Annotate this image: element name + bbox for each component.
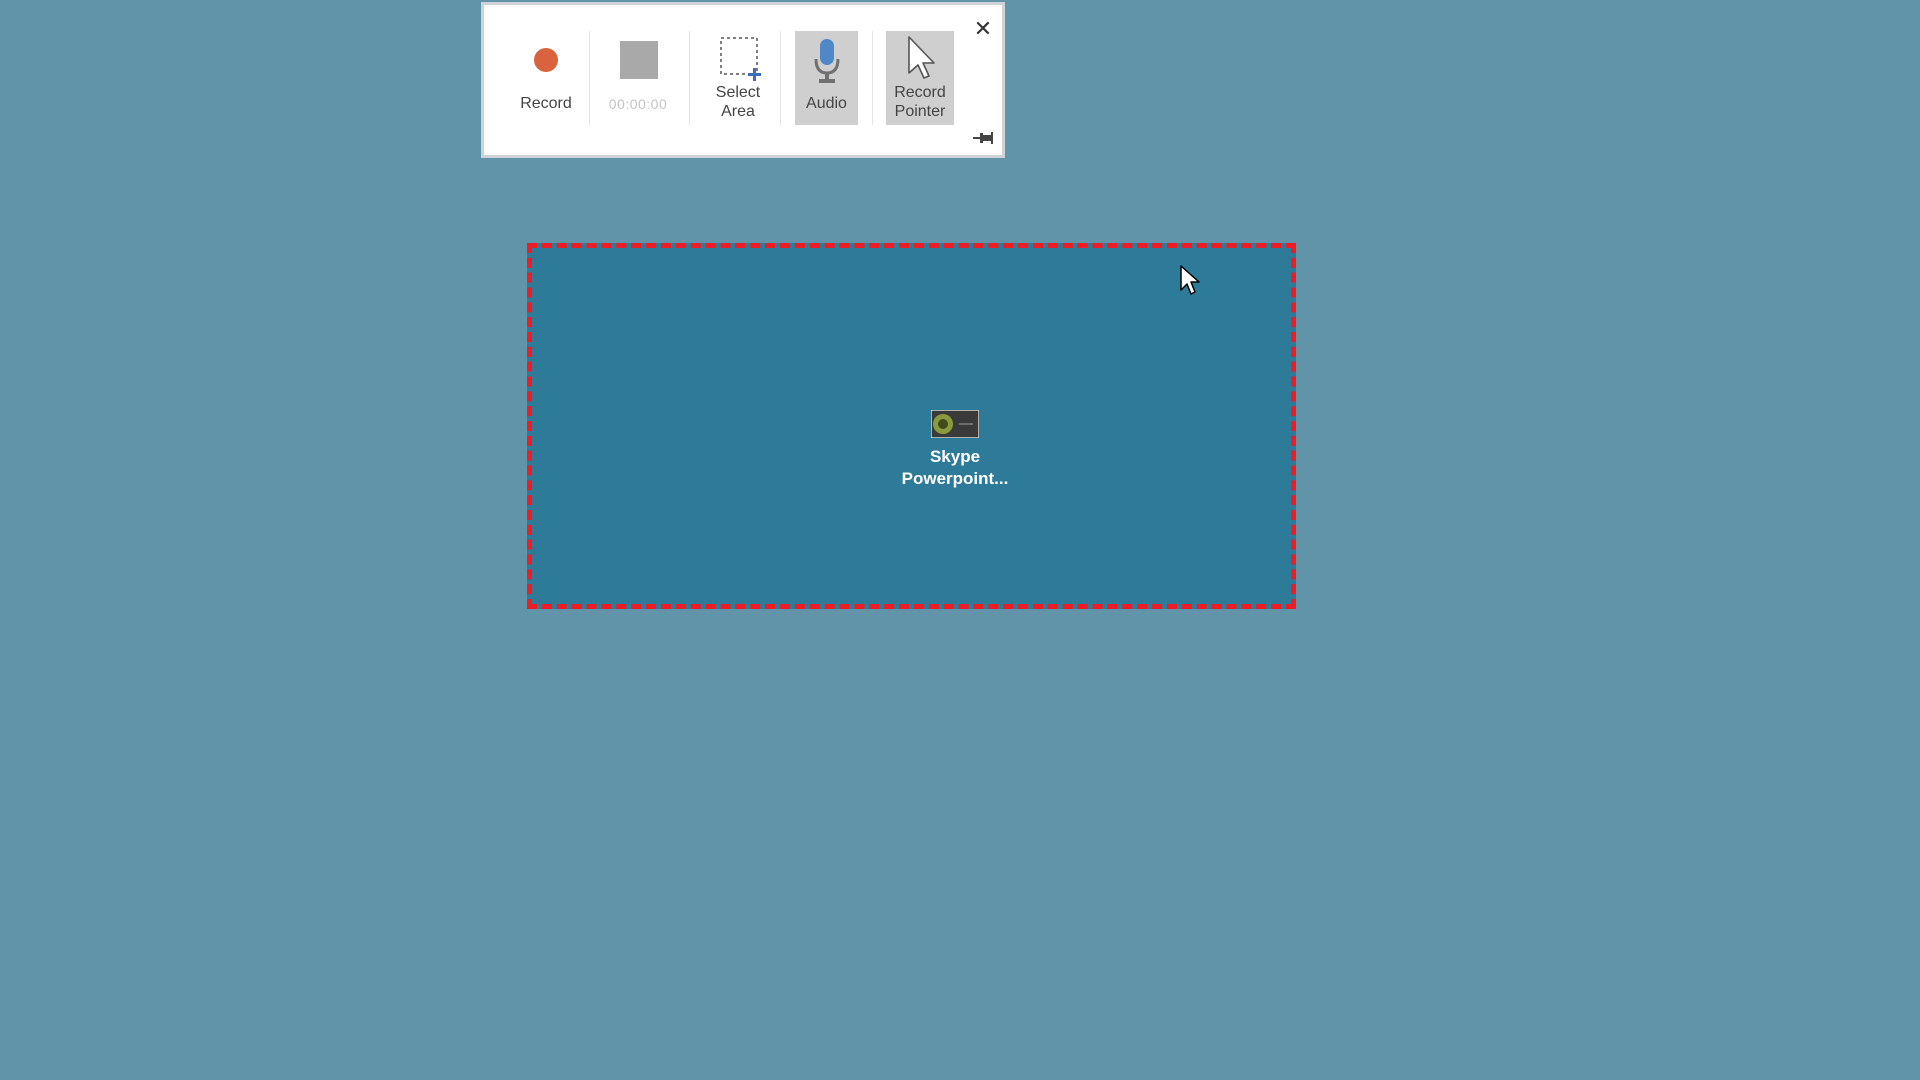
microphone-icon: [814, 39, 840, 83]
desktop-shortcut-label: Skype Powerpoint...: [901, 447, 1009, 488]
screen-recording-toolbar: Record 00:00:00 Select Area Audio Record…: [481, 2, 1005, 158]
recording-timer: 00:00:00: [608, 96, 668, 112]
audio-label: Audio: [806, 95, 847, 112]
record-pointer-label: Record Pointer: [894, 84, 946, 120]
toolbar-divider: [780, 31, 781, 125]
stop-button[interactable]: 00:00:00: [604, 31, 672, 125]
toolbar-divider: [589, 31, 590, 125]
stop-icon: [620, 41, 658, 79]
pin-icon[interactable]: [972, 129, 994, 147]
close-icon[interactable]: ✕: [971, 17, 995, 41]
audio-toggle-button[interactable]: Audio: [795, 31, 858, 125]
record-icon: [534, 48, 558, 72]
record-label: Record: [520, 95, 572, 112]
record-pointer-toggle-button[interactable]: Record Pointer: [886, 31, 954, 125]
toolbar-divider: [689, 31, 690, 125]
video-file-thumbnail-icon: [931, 410, 979, 438]
select-area-button[interactable]: Select Area: [704, 31, 772, 125]
pointer-icon: [908, 36, 935, 79]
select-area-icon: [720, 37, 761, 81]
select-area-label: Select Area: [715, 84, 761, 120]
toolbar-divider: [872, 31, 873, 125]
desktop-shortcut-skype-powerpoint[interactable]: Skype Powerpoint...: [875, 410, 1035, 490]
mouse-cursor-icon: [1180, 265, 1200, 295]
record-button[interactable]: Record: [512, 31, 580, 125]
